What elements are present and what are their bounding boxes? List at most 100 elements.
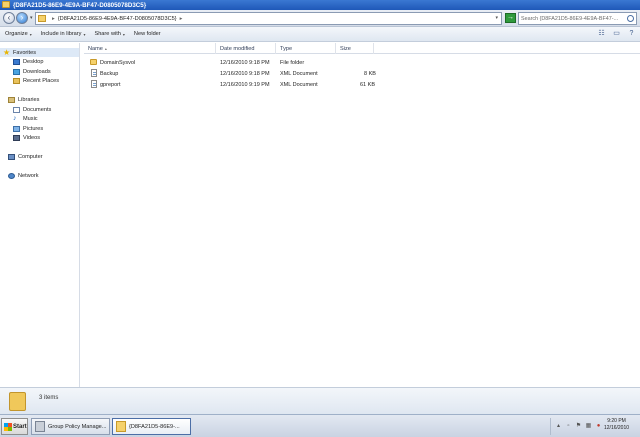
- nav-item-videos[interactable]: Videos: [0, 133, 79, 142]
- nav-label: Network: [18, 172, 39, 179]
- downloads-icon: [13, 68, 20, 75]
- clock-time: 9:20 PM: [607, 418, 626, 424]
- file-type: XML Document: [280, 82, 318, 88]
- address-dropdown-icon[interactable]: ▾: [495, 15, 498, 21]
- nav-item-desktop[interactable]: Desktop: [0, 57, 79, 66]
- column-header-type[interactable]: Type: [276, 43, 336, 54]
- music-icon: ♪: [13, 114, 17, 122]
- chevron-right-icon[interactable]: ▸: [52, 16, 55, 22]
- preview-pane-icon[interactable]: ▭: [612, 30, 621, 38]
- column-header-name[interactable]: Name ▴: [84, 43, 216, 54]
- nav-item-documents[interactable]: Documents: [0, 105, 79, 114]
- alert-icon[interactable]: ●: [595, 423, 602, 430]
- chevron-down-icon: ▾: [29, 31, 32, 37]
- network-icon[interactable]: ▦: [585, 423, 592, 430]
- clock[interactable]: 9:20 PM 12/16/2010: [604, 418, 629, 432]
- videos-icon: [13, 134, 20, 141]
- chevron-right-icon[interactable]: ▸: [180, 16, 183, 22]
- clock-date: 12/16/2010: [604, 425, 630, 431]
- library-icon: [8, 96, 15, 103]
- folder-icon: [90, 59, 97, 65]
- command-toolbar: Organize ▾ Include in library ▾ Share with…: [0, 27, 640, 42]
- column-label: Date modified: [220, 45, 255, 52]
- file-size: 61 KB: [360, 82, 375, 88]
- file-row[interactable]: DomainSysvol 12/16/2010 9:18 PM File fol…: [84, 58, 384, 69]
- item-count: 3 items: [39, 395, 59, 401]
- tray-app-icon[interactable]: ▫: [565, 423, 572, 430]
- refresh-button[interactable]: →: [505, 13, 516, 23]
- file-date: 12/16/2010 9:19 PM: [220, 82, 270, 88]
- share-with-label: Share with: [94, 31, 121, 37]
- file-row[interactable]: gpreport 12/16/2010 9:19 PM XML Document…: [84, 80, 384, 91]
- navigation-pane: ★ Favorites Desktop Downloads Recent Pla…: [0, 43, 80, 387]
- address-bar-area: ‹ › ▾ ▸ {D8FA21D5-86E9-4E9A-BF47-D080507…: [0, 10, 640, 27]
- organize-button[interactable]: Organize ▾: [5, 31, 32, 37]
- taskbar-item-label: Group Policy Manage...: [48, 423, 107, 430]
- nav-label: Recent Places: [23, 77, 60, 84]
- search-placeholder: Search {D8FA21D5-86E9-4E9A-BF47-...: [521, 15, 619, 22]
- taskbar-item-label: {D8FA21D5-86E9-...: [129, 423, 180, 430]
- file-name: Backup: [100, 71, 119, 77]
- star-icon: ★: [3, 47, 11, 57]
- forward-button[interactable]: ›: [16, 12, 28, 24]
- file-name: DomainSysvol: [100, 60, 136, 66]
- search-icon[interactable]: [627, 15, 634, 22]
- help-icon[interactable]: ?: [627, 30, 636, 38]
- show-hidden-icons-icon[interactable]: ▴: [555, 423, 562, 430]
- start-label: Start: [13, 423, 27, 430]
- xml-file-icon: [91, 69, 97, 77]
- include-in-library-label: Include in library: [40, 31, 82, 37]
- nav-item-music[interactable]: ♪ Music: [0, 114, 79, 123]
- start-button[interactable]: Start: [1, 418, 28, 435]
- column-headers: Name ▴ Date modified Type Size: [84, 43, 640, 54]
- pictures-icon: [13, 125, 20, 132]
- include-in-library-button[interactable]: Include in library ▾: [41, 31, 86, 37]
- nav-label: Libraries: [18, 96, 40, 103]
- new-folder-label: New folder: [133, 31, 161, 37]
- nav-item-network[interactable]: Network: [0, 171, 79, 180]
- recent-pages-dropdown-icon[interactable]: ▾: [30, 15, 33, 21]
- column-label: Size: [340, 45, 351, 52]
- nav-label: Pictures: [23, 125, 44, 132]
- action-center-icon[interactable]: ⚑: [575, 423, 582, 430]
- new-folder-button[interactable]: New folder: [134, 31, 161, 37]
- window-title: {D8FA21D5-86E9-4E9A-BF47-D0805078D3C5}: [13, 1, 147, 9]
- xml-file-icon: [91, 80, 97, 88]
- nav-item-computer[interactable]: Computer: [0, 152, 79, 161]
- organize-label: Organize: [5, 31, 28, 37]
- nav-label: Desktop: [23, 58, 44, 65]
- change-view-icon[interactable]: ☷: [597, 30, 606, 38]
- address-input[interactable]: ▸ {D8FA21D5-86E9-4E9A-BF47-D0805078D3C5}…: [35, 12, 502, 25]
- file-row[interactable]: Backup 12/16/2010 9:18 PM XML Document 8…: [84, 69, 384, 80]
- taskbar: Start Group Policy Manage... {D8FA21D5-8…: [0, 414, 640, 437]
- nav-label: Computer: [18, 153, 43, 160]
- nav-item-favorites[interactable]: ★ Favorites: [0, 48, 79, 57]
- back-button[interactable]: ‹: [3, 12, 15, 24]
- computer-icon: [8, 153, 15, 160]
- details-pane: 3 items: [0, 387, 640, 414]
- column-header-date-modified[interactable]: Date modified: [216, 43, 276, 54]
- nav-label: Videos: [23, 134, 41, 141]
- file-type: XML Document: [280, 71, 318, 77]
- chevron-down-icon: ▾: [122, 31, 125, 37]
- taskbar-item-explorer[interactable]: {D8FA21D5-86E9-...: [112, 418, 191, 435]
- column-header-size[interactable]: Size: [336, 43, 374, 54]
- nav-item-libraries[interactable]: Libraries: [0, 95, 79, 104]
- nav-item-recent-places[interactable]: Recent Places: [0, 76, 79, 85]
- window-titlebar: {D8FA21D5-86E9-4E9A-BF47-D0805078D3C5}: [0, 0, 640, 10]
- taskbar-item-group-policy[interactable]: Group Policy Manage...: [31, 418, 110, 435]
- file-name: gpreport: [100, 82, 121, 88]
- nav-item-pictures[interactable]: Pictures: [0, 124, 79, 133]
- network-icon: [8, 172, 15, 179]
- share-with-button[interactable]: Share with ▾: [94, 31, 124, 37]
- address-path-segment[interactable]: {D8FA21D5-86E9-4E9A-BF47-D0805078D3C5}: [58, 16, 177, 22]
- nav-item-downloads[interactable]: Downloads: [0, 67, 79, 76]
- folder-icon: [38, 15, 46, 22]
- desktop-icon: [13, 58, 20, 65]
- folder-icon: [9, 392, 26, 411]
- file-date: 12/16/2010 9:18 PM: [220, 71, 270, 77]
- folder-icon: [2, 1, 10, 8]
- file-size: 8 KB: [364, 71, 376, 77]
- nav-label: Downloads: [23, 68, 51, 75]
- search-input[interactable]: Search {D8FA21D5-86E9-4E9A-BF47-...: [518, 12, 637, 25]
